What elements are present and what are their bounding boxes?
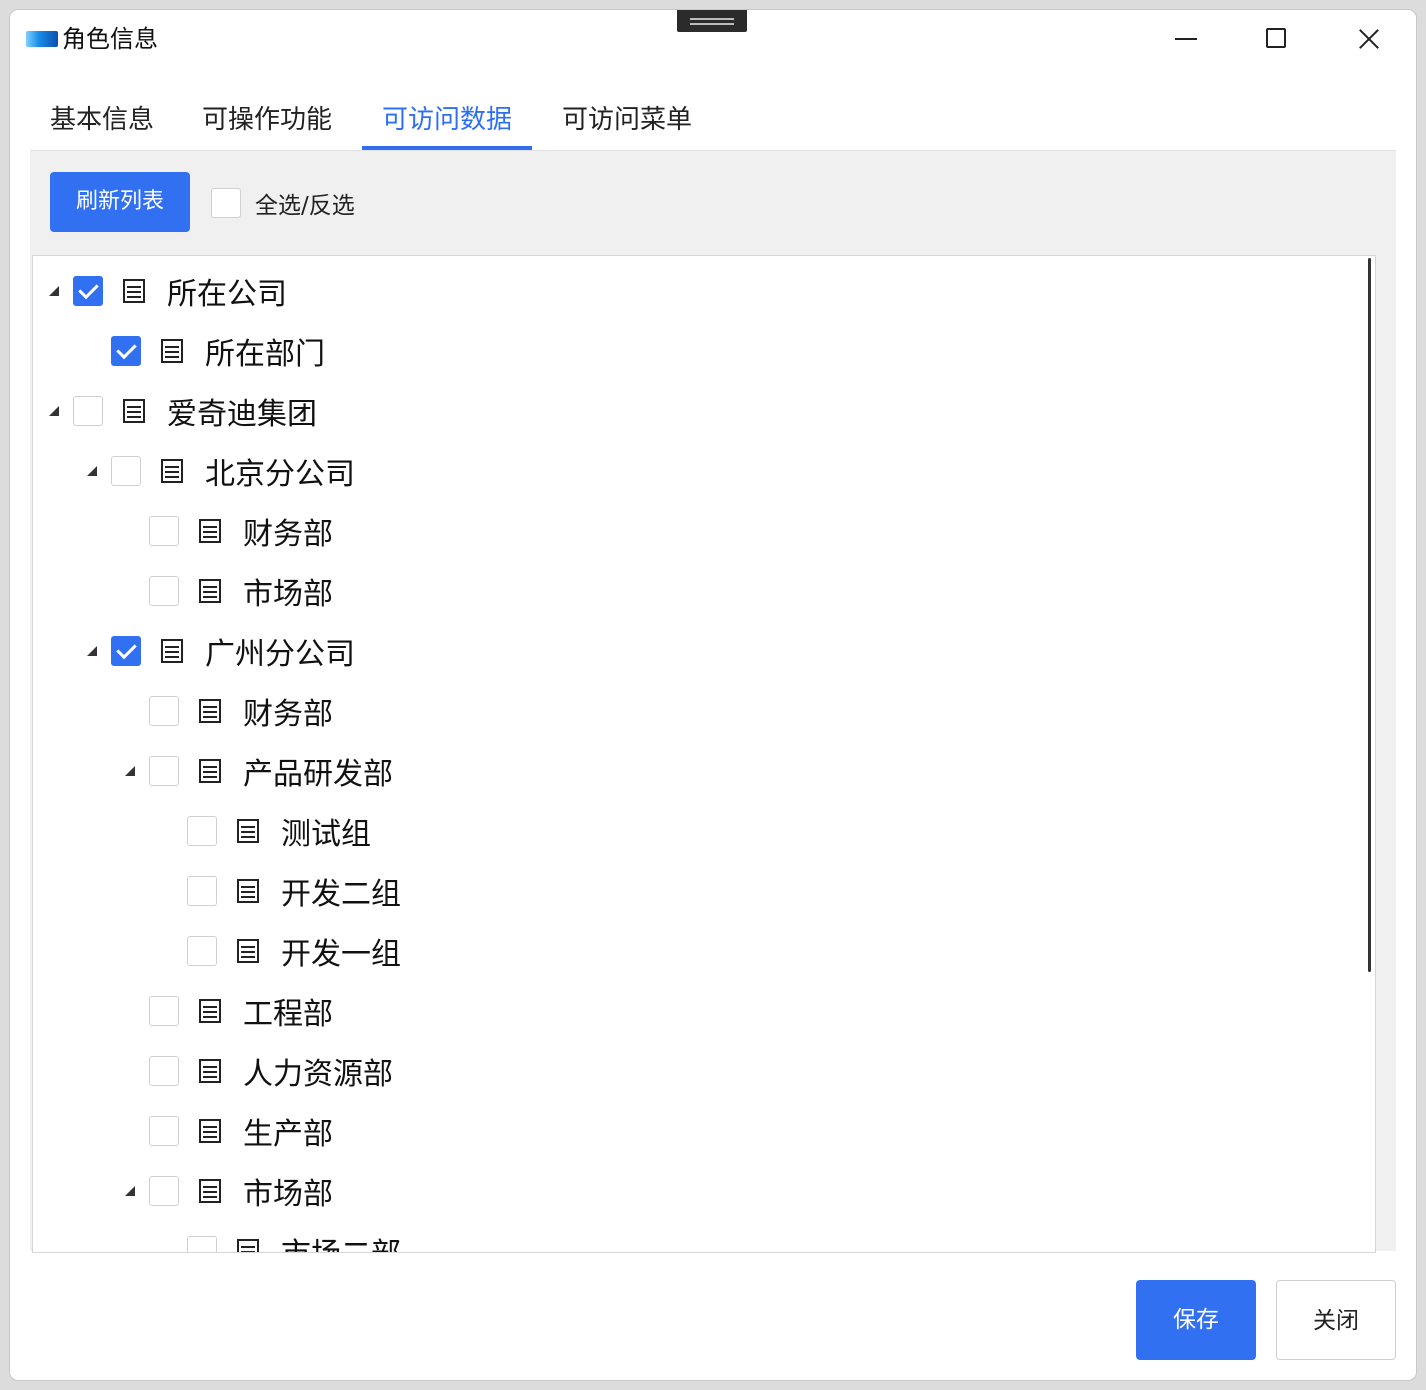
list-document-icon xyxy=(123,279,145,303)
tree-row[interactable]: 所在公司 xyxy=(49,261,287,321)
select-all-checkbox[interactable] xyxy=(211,188,241,218)
list-document-icon xyxy=(199,1179,221,1203)
tree-node-checkbox[interactable] xyxy=(149,1116,179,1146)
refresh-list-button[interactable]: 刷新列表 xyxy=(50,172,190,232)
tree-node-label: 市场部 xyxy=(243,577,333,612)
tree-row[interactable]: 爱奇迪集团 xyxy=(49,381,317,441)
tree-node-label: 财务部 xyxy=(243,697,333,732)
dialog-window: 角色信息 基本信息 可操作功能 可访问数据 可访问菜单 刷新列表 全选/反选 所… xyxy=(10,10,1416,1380)
tree-node-label: 市场二部 xyxy=(281,1229,401,1252)
list-document-icon xyxy=(237,879,259,903)
tree-node-checkbox[interactable] xyxy=(149,576,179,606)
tree-node-checkbox[interactable] xyxy=(73,276,103,306)
tree-row[interactable]: 生产部 xyxy=(125,1101,333,1161)
tree-row[interactable]: 市场部 xyxy=(125,561,333,621)
tree-row[interactable]: 测试组 xyxy=(163,801,371,861)
tree-row[interactable]: 北京分公司 xyxy=(87,441,355,501)
tree-scrollbar[interactable] xyxy=(1368,258,1371,972)
maximize-button[interactable] xyxy=(1256,24,1296,54)
select-all-toggle[interactable]: 全选/反选 xyxy=(211,188,355,219)
expand-triangle-icon[interactable] xyxy=(87,466,97,476)
tree-row[interactable]: 市场部 xyxy=(125,1161,333,1221)
tree-node-label: 北京分公司 xyxy=(205,457,355,492)
tree-node-label: 爱奇迪集团 xyxy=(167,397,317,432)
tree-node-label: 财务部 xyxy=(243,517,333,552)
tree-node-label: 开发二组 xyxy=(281,877,401,912)
list-document-icon xyxy=(123,399,145,423)
tree-node-label: 生产部 xyxy=(243,1117,333,1152)
expand-triangle-icon[interactable] xyxy=(49,286,59,296)
tree-node-checkbox[interactable] xyxy=(149,756,179,786)
app-icon xyxy=(26,31,58,47)
tree-row[interactable]: 开发一组 xyxy=(163,921,401,981)
list-document-icon xyxy=(161,339,183,363)
tree-node-checkbox[interactable] xyxy=(149,1176,179,1206)
drag-handle-icon[interactable] xyxy=(677,10,747,32)
tree-row[interactable]: 财务部 xyxy=(125,501,333,561)
tab-bar: 基本信息 可操作功能 可访问数据 可访问菜单 xyxy=(30,98,1396,151)
tree-node-checkbox[interactable] xyxy=(111,456,141,486)
expand-triangle-icon[interactable] xyxy=(125,766,135,776)
tree-row[interactable]: 工程部 xyxy=(125,981,333,1041)
window-title: 角色信息 xyxy=(62,25,158,53)
close-window-button[interactable] xyxy=(1348,24,1388,54)
save-button[interactable]: 保存 xyxy=(1136,1280,1256,1360)
list-document-icon xyxy=(161,459,183,483)
tree-node-checkbox[interactable] xyxy=(73,396,103,426)
expand-triangle-icon[interactable] xyxy=(87,646,97,656)
tab-accessible-menus[interactable]: 可访问菜单 xyxy=(542,98,712,150)
tree-node-label: 工程部 xyxy=(243,997,333,1032)
tab-accessible-data[interactable]: 可访问数据 xyxy=(362,98,533,150)
tree-node-checkbox[interactable] xyxy=(149,516,179,546)
tree-row[interactable]: 市场二部 xyxy=(163,1221,401,1252)
list-document-icon xyxy=(237,819,259,843)
tree-node-label: 开发一组 xyxy=(281,937,401,972)
tree-node-label: 广州分公司 xyxy=(205,637,355,672)
tab-basic-info[interactable]: 基本信息 xyxy=(30,98,174,150)
tree-node-label: 市场部 xyxy=(243,1177,333,1212)
list-document-icon xyxy=(199,999,221,1023)
data-scope-tree[interactable]: 所在公司 所在部门 爱奇迪集团 北京分公司 财务部 市场部 广州分公司 财务部 产品研发部 测试组… xyxy=(32,255,1376,1253)
expand-triangle-icon[interactable] xyxy=(49,406,59,416)
tab-operable-functions[interactable]: 可操作功能 xyxy=(182,98,352,150)
title-bar[interactable]: 角色信息 xyxy=(10,10,1416,70)
expand-triangle-icon[interactable] xyxy=(125,1186,135,1196)
tree-row[interactable]: 产品研发部 xyxy=(125,741,393,801)
tree-node-checkbox[interactable] xyxy=(187,816,217,846)
tree-node-label: 产品研发部 xyxy=(243,757,393,792)
list-document-icon xyxy=(237,939,259,963)
close-button[interactable]: 关闭 xyxy=(1276,1280,1396,1360)
tree-row[interactable]: 广州分公司 xyxy=(87,621,355,681)
list-document-icon xyxy=(237,1239,259,1252)
tree-node-label: 人力资源部 xyxy=(243,1057,393,1092)
tree-node-checkbox[interactable] xyxy=(149,696,179,726)
list-document-icon xyxy=(199,579,221,603)
tree-node-checkbox[interactable] xyxy=(111,336,141,366)
tree-row[interactable]: 开发二组 xyxy=(163,861,401,921)
tree-node-checkbox[interactable] xyxy=(187,1236,217,1252)
list-document-icon xyxy=(199,519,221,543)
tree-node-label: 测试组 xyxy=(281,817,371,852)
tree-node-checkbox[interactable] xyxy=(187,876,217,906)
list-document-icon xyxy=(199,1059,221,1083)
tree-node-checkbox[interactable] xyxy=(149,996,179,1026)
tree-node-checkbox[interactable] xyxy=(111,636,141,666)
minimize-button[interactable] xyxy=(1165,24,1205,54)
list-document-icon xyxy=(199,699,221,723)
tree-node-checkbox[interactable] xyxy=(149,1056,179,1086)
tree-row[interactable]: 人力资源部 xyxy=(125,1041,393,1101)
tree-node-label: 所在部门 xyxy=(205,337,325,372)
list-document-icon xyxy=(199,759,221,783)
tree-row[interactable]: 财务部 xyxy=(125,681,333,741)
list-document-icon xyxy=(199,1119,221,1143)
select-all-label: 全选/反选 xyxy=(255,193,355,219)
list-document-icon xyxy=(161,639,183,663)
tree-node-label: 所在公司 xyxy=(167,277,287,312)
tree-row[interactable]: 所在部门 xyxy=(87,321,325,381)
tree-node-checkbox[interactable] xyxy=(187,936,217,966)
data-access-panel: 刷新列表 全选/反选 所在公司 所在部门 爱奇迪集团 北京分公司 财务部 市场部 广州分公司… xyxy=(30,151,1396,1253)
